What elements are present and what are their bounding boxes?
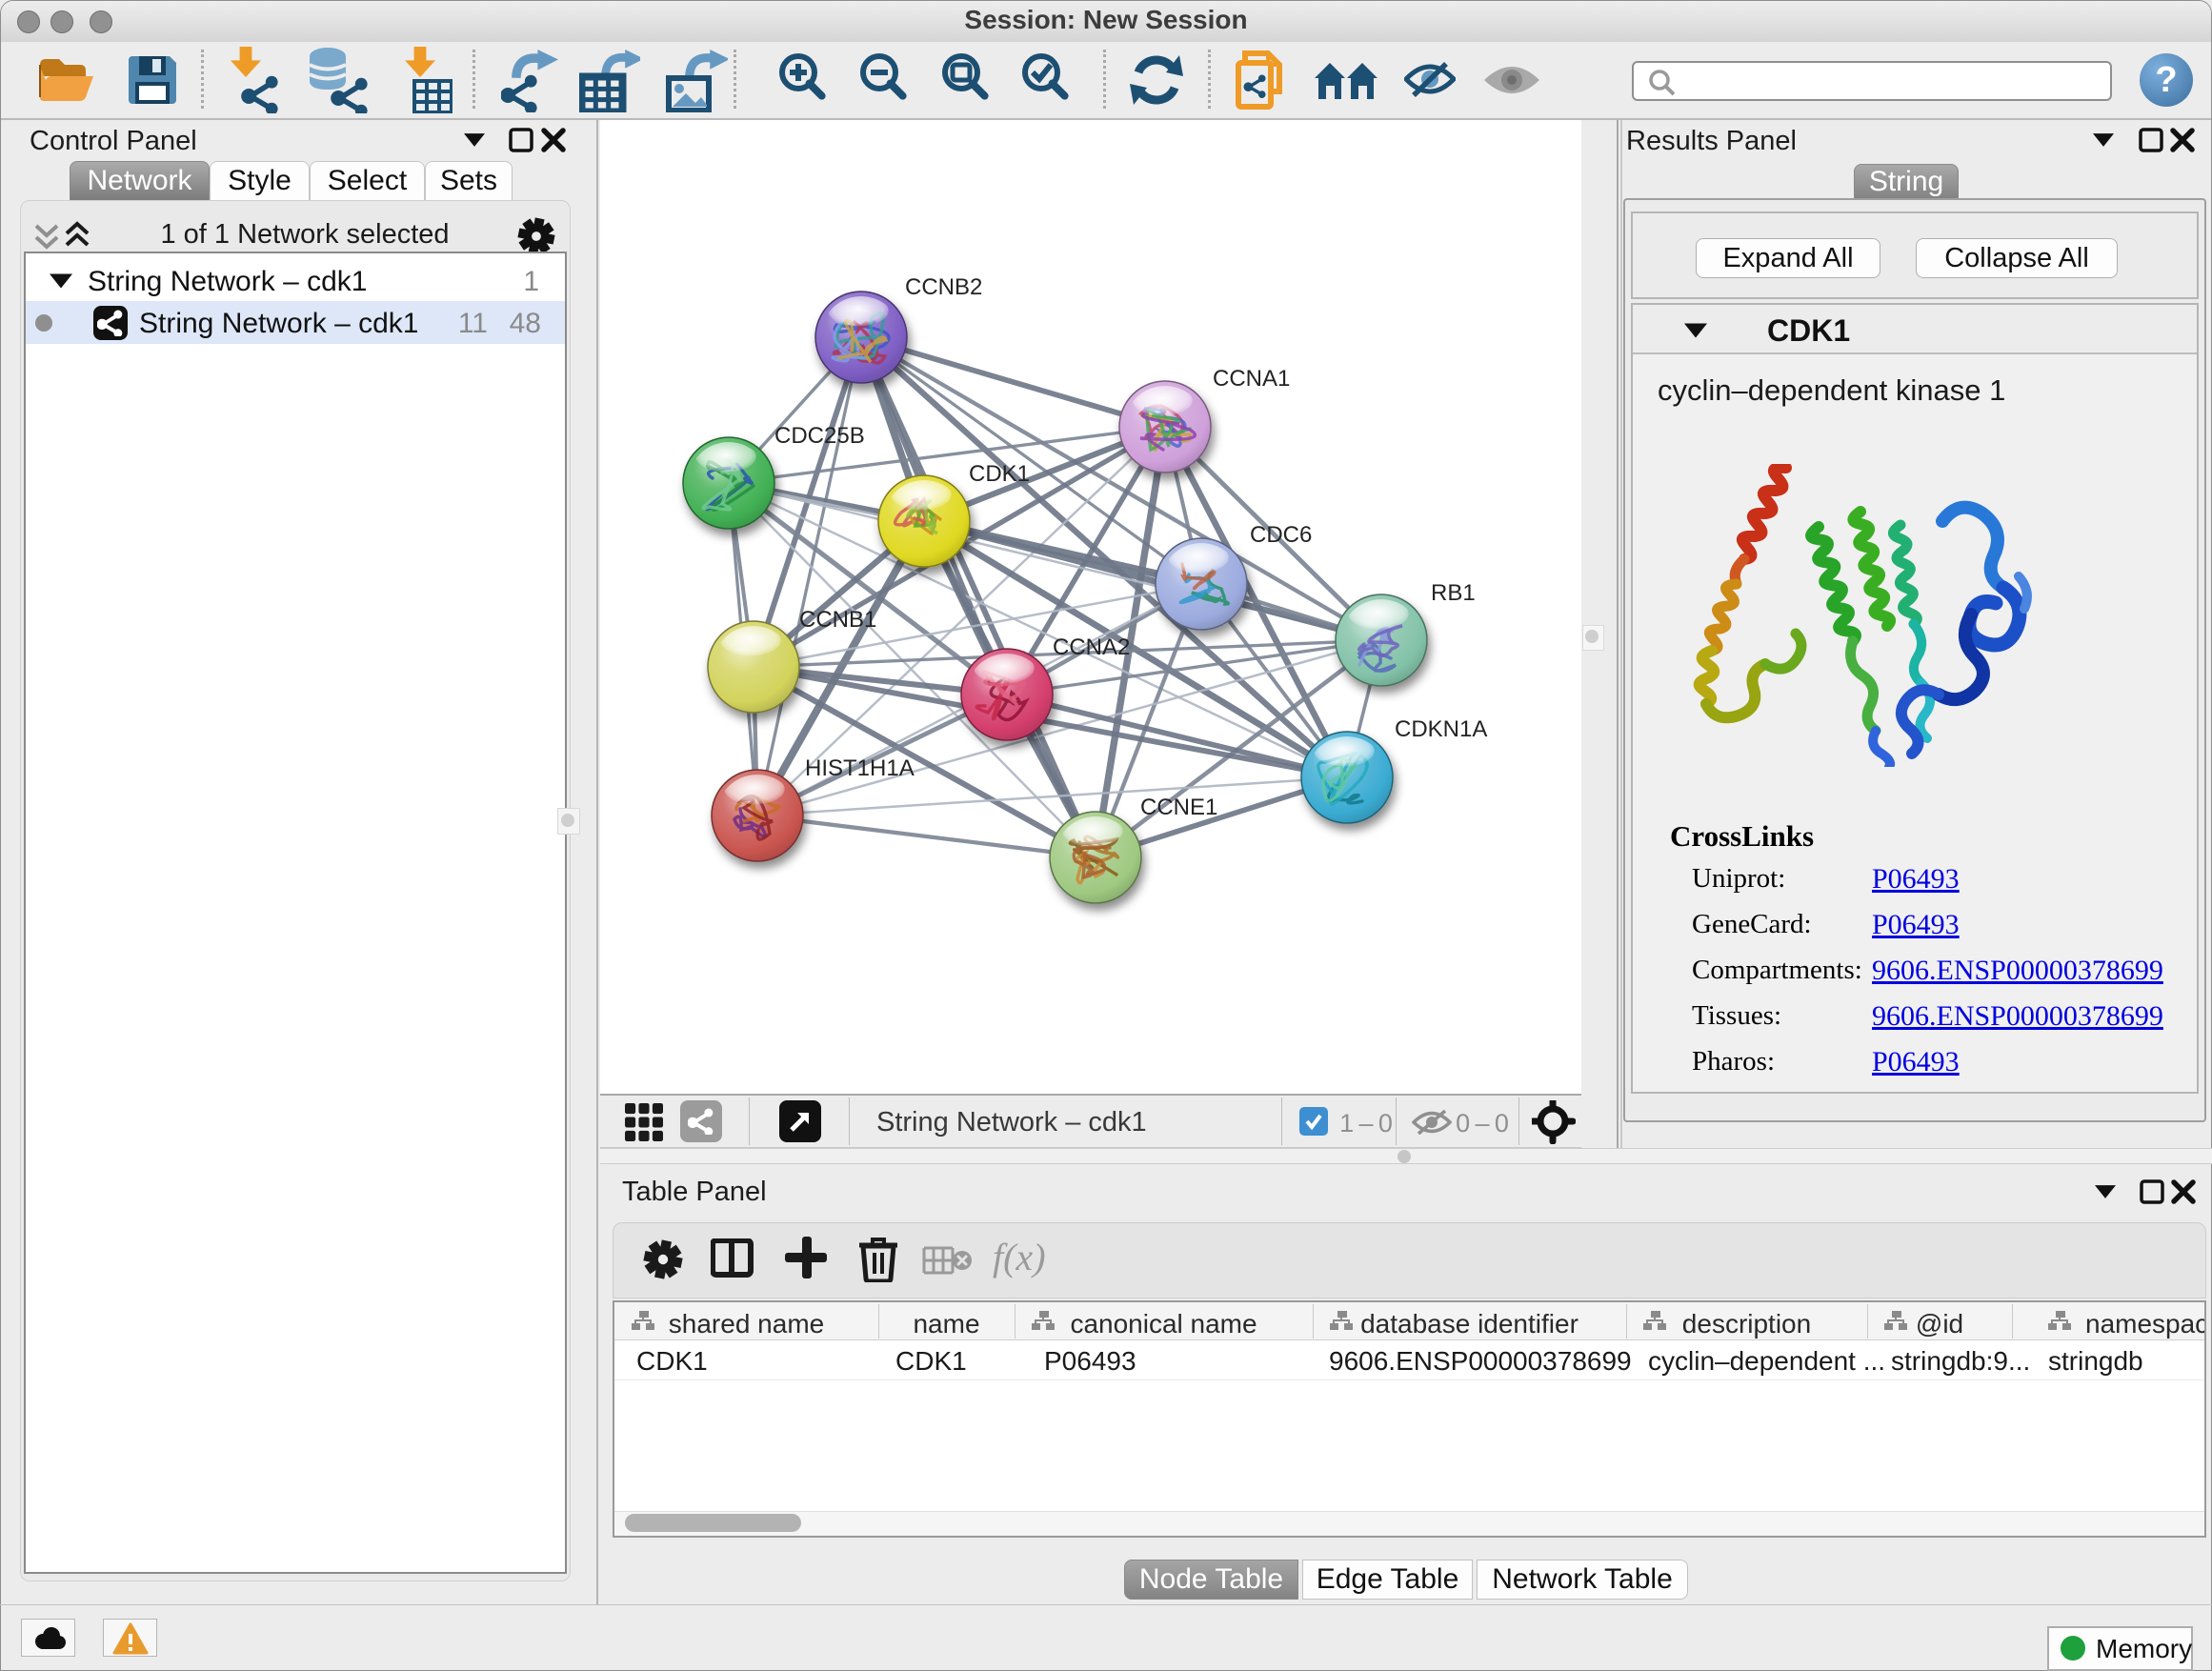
- svg-text:CCNA2: CCNA2: [1053, 634, 1130, 660]
- svg-text:CCNB2: CCNB2: [905, 274, 982, 300]
- svg-text:CDKN1A: CDKN1A: [1395, 716, 1487, 742]
- svg-text:CCNE1: CCNE1: [1140, 795, 1217, 820]
- svg-text:CDC6: CDC6: [1250, 522, 1312, 548]
- svg-text:CCNB1: CCNB1: [799, 607, 876, 633]
- svg-text:HIST1H1A: HIST1H1A: [805, 755, 915, 781]
- svg-text:CDC25B: CDC25B: [774, 423, 865, 449]
- svg-text:CDK1: CDK1: [969, 461, 1030, 487]
- svg-text:CCNA1: CCNA1: [1213, 366, 1290, 392]
- svg-text:RB1: RB1: [1431, 580, 1476, 606]
